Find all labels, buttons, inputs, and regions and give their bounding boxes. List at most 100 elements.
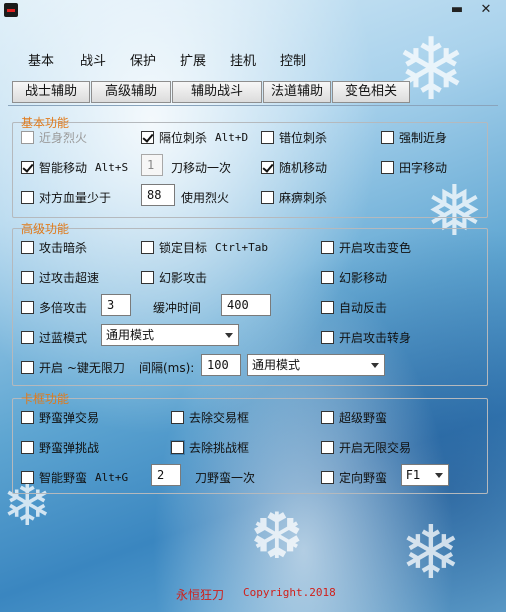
- interval-input[interactable]: 100: [201, 354, 241, 376]
- attack-stealth-checkbox[interactable]: 攻击暗杀: [21, 239, 87, 256]
- checkbox-box[interactable]: [21, 131, 34, 144]
- unlimited-blade-checkbox[interactable]: 开启 ~键无限刀: [21, 359, 125, 376]
- close-button[interactable]: ✕: [478, 2, 494, 18]
- select-value: 通用模式: [252, 358, 301, 372]
- app-icon: [4, 3, 18, 17]
- minimize-button[interactable]: ▬: [449, 2, 465, 18]
- checkbox-box[interactable]: [21, 191, 34, 204]
- checkbox-label: 开启攻击转身: [339, 331, 412, 345]
- random-move-checkbox[interactable]: 随机移动: [261, 159, 327, 176]
- checkbox-box[interactable]: [21, 161, 34, 174]
- lock-target-checkbox[interactable]: 锁定目标 Ctrl+Tab: [141, 239, 268, 256]
- checkbox-box[interactable]: [321, 241, 334, 254]
- title-bar: ▬ ✕: [0, 0, 506, 22]
- smart-barbarian-checkbox[interactable]: 智能野蛮 Alt+G: [21, 469, 128, 486]
- checkbox-box[interactable]: [381, 131, 394, 144]
- near-fire-checkbox[interactable]: 近身烈火: [21, 129, 87, 146]
- hp-threshold-input[interactable]: 88: [141, 184, 175, 206]
- checkbox-box[interactable]: [321, 331, 334, 344]
- checkbox-box[interactable]: [21, 471, 34, 484]
- blade-count-input[interactable]: 1: [141, 154, 163, 176]
- unlimited-mode-select[interactable]: 通用模式: [247, 354, 385, 376]
- tab-warrior-assist[interactable]: 战士辅助: [12, 81, 90, 103]
- checkbox-label: 超级野蛮: [339, 411, 388, 425]
- blue-mode-checkbox[interactable]: 过蓝模式: [21, 329, 87, 346]
- checkbox-box[interactable]: [21, 411, 34, 424]
- checkbox-box[interactable]: [141, 241, 154, 254]
- checkbox-box[interactable]: [141, 131, 154, 144]
- checkbox-box[interactable]: [21, 441, 34, 454]
- hotkey-label: Alt+G: [95, 471, 129, 484]
- checkbox-box[interactable]: [321, 471, 334, 484]
- checkbox-box[interactable]: [261, 131, 274, 144]
- chevron-down-icon[interactable]: [225, 333, 233, 338]
- hotkey-label: Alt+S: [95, 161, 129, 174]
- offset-slash-checkbox[interactable]: 错位刺杀: [261, 129, 327, 146]
- blue-mode-select[interactable]: 通用模式: [101, 324, 239, 346]
- tab-advanced-assist[interactable]: 高级辅助: [91, 81, 171, 103]
- checkbox-box[interactable]: [321, 441, 334, 454]
- buffer-time-input[interactable]: 400: [221, 294, 271, 316]
- tab-protect[interactable]: 保护: [130, 50, 156, 69]
- checkbox-label: 智能野蛮: [39, 471, 88, 485]
- tab-basic[interactable]: 基本: [28, 50, 54, 69]
- tab-combat-assist[interactable]: 辅助战斗: [172, 81, 262, 103]
- checkbox-box[interactable]: [21, 271, 34, 284]
- bounce-challenge-checkbox[interactable]: 野蛮弹挑战: [21, 439, 99, 456]
- remove-trade-box-checkbox[interactable]: 去除交易框: [171, 409, 249, 426]
- tab-mage-taoist-assist[interactable]: 法道辅助: [263, 81, 331, 103]
- checkbox-box[interactable]: [141, 271, 154, 284]
- directed-key-select[interactable]: F1: [401, 464, 449, 486]
- bounce-trade-checkbox[interactable]: 野蛮弹交易: [21, 409, 99, 426]
- field-move-checkbox[interactable]: 田字移动: [381, 159, 447, 176]
- chevron-down-icon[interactable]: [435, 473, 443, 478]
- phantom-attack-checkbox[interactable]: 幻影攻击: [141, 269, 207, 286]
- auto-counter-checkbox[interactable]: 自动反击: [321, 299, 387, 316]
- tab-control[interactable]: 控制: [280, 50, 306, 69]
- group-barbarian: 卡框功能 野蛮弹交易 去除交易框 超级野蛮 野蛮弹挑战 去除挑战框 开启无限交易…: [12, 392, 488, 494]
- checkbox-box[interactable]: [171, 441, 184, 454]
- smart-move-checkbox[interactable]: 智能移动 Alt+S: [21, 159, 128, 176]
- checkbox-box[interactable]: [21, 301, 34, 314]
- attack-turn-checkbox[interactable]: 开启攻击转身: [321, 329, 411, 346]
- blade-move-label: 刀移动一次: [171, 161, 232, 175]
- checkbox-box[interactable]: [21, 331, 34, 344]
- super-barbarian-checkbox[interactable]: 超级野蛮: [321, 409, 387, 426]
- group-basic: 基本功能 近身烈火 隔位刺杀 Alt+D 错位刺杀 强制近身 智能移动 Alt+…: [12, 116, 488, 218]
- checkbox-label: 随机移动: [279, 161, 328, 175]
- checkbox-label: 开启无限交易: [339, 441, 412, 455]
- enemy-hp-checkbox[interactable]: 对方血量少于: [21, 189, 111, 206]
- tab-afk[interactable]: 挂机: [230, 50, 256, 69]
- phantom-move-checkbox[interactable]: 幻影移动: [321, 269, 387, 286]
- attack-overspeed-checkbox[interactable]: 过攻击超速: [21, 269, 99, 286]
- unlimited-trade-checkbox[interactable]: 开启无限交易: [321, 439, 411, 456]
- directed-barbarian-checkbox[interactable]: 定向野蛮: [321, 469, 387, 486]
- force-near-checkbox[interactable]: 强制近身: [381, 129, 447, 146]
- checkbox-box[interactable]: [171, 411, 184, 424]
- checkbox-box[interactable]: [321, 271, 334, 284]
- barbarian-blade-input[interactable]: 2: [151, 464, 181, 486]
- chevron-down-icon[interactable]: [371, 363, 379, 368]
- multi-attack-checkbox[interactable]: 多倍攻击: [21, 299, 87, 316]
- checkbox-box[interactable]: [321, 301, 334, 314]
- snowflake-decoration: ❄: [400, 510, 463, 596]
- checkbox-label: 智能移动: [39, 161, 88, 175]
- checkbox-box[interactable]: [261, 191, 274, 204]
- remove-challenge-box-checkbox[interactable]: 去除挑战框: [171, 439, 249, 456]
- checkbox-box[interactable]: [21, 241, 34, 254]
- checkbox-box[interactable]: [381, 161, 394, 174]
- tab-extend[interactable]: 扩展: [180, 50, 206, 69]
- paralysis-slash-checkbox[interactable]: 麻痹刺杀: [261, 189, 327, 206]
- checkbox-label: 开启攻击变色: [339, 241, 412, 255]
- use-fire-label: 使用烈火: [181, 191, 230, 205]
- checkbox-box[interactable]: [21, 361, 34, 374]
- tab-color-change[interactable]: 变色相关: [332, 81, 410, 103]
- checkbox-box[interactable]: [321, 411, 334, 424]
- attack-color-checkbox[interactable]: 开启攻击变色: [321, 239, 411, 256]
- checkbox-label: 强制近身: [399, 131, 448, 145]
- checkbox-label: 开启 ~键无限刀: [39, 361, 125, 375]
- gap-slash-checkbox[interactable]: 隔位刺杀 Alt+D: [141, 129, 248, 146]
- tab-combat[interactable]: 战斗: [80, 50, 106, 69]
- multi-attack-input[interactable]: 3: [101, 294, 131, 316]
- checkbox-box[interactable]: [261, 161, 274, 174]
